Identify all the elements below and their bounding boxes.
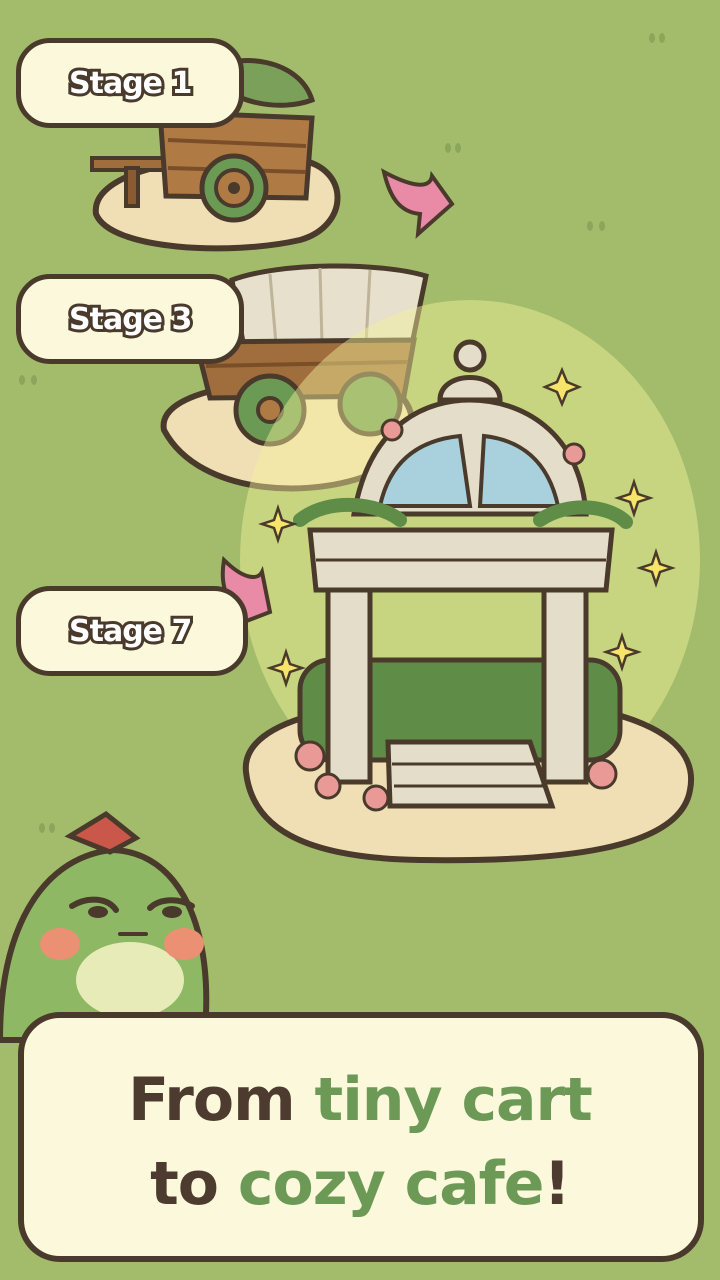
stage-3-label: Stage 3 [16,274,244,364]
frog-mascot [0,810,210,1043]
stage-1-label: Stage 1 [16,38,244,128]
caption-plain-2: to [150,1149,238,1219]
caption-line-2: to cozy cafe! [0,1142,720,1226]
caption-line-1: From tiny cart [0,1058,720,1142]
caption-exclaim: ! [543,1149,570,1219]
stage-7-text: Stage 7 [66,611,195,652]
stage-3-text: Stage 3 [66,299,195,340]
stage-7-label: Stage 7 [16,586,248,676]
promo-caption: From tiny cart to cozy cafe! [0,1058,720,1226]
caption-plain-1: From [128,1065,315,1135]
stage-1-text: Stage 1 [66,63,195,104]
pink-arrow-1 [381,168,455,239]
caption-highlight-2: cozy cafe [237,1149,545,1219]
caption-highlight-1: tiny cart [314,1065,593,1135]
